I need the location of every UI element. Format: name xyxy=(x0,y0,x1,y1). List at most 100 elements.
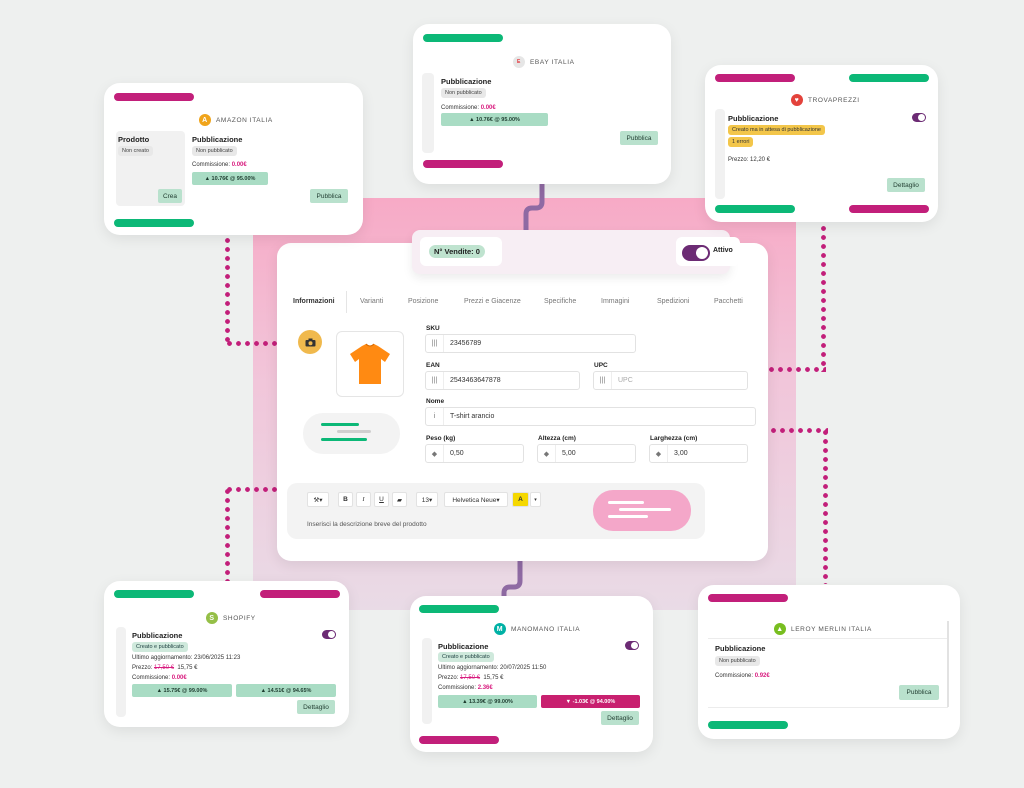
ean-field[interactable]: ||| 2543463647878 xyxy=(425,371,580,390)
magic-wand-icon: ⚒▾ xyxy=(313,496,323,504)
price-text: Prezzo: 17,50 € 15,75 € xyxy=(132,665,198,671)
status-badge: Non pubblicato xyxy=(715,656,760,666)
product-image[interactable] xyxy=(336,331,404,397)
publication-title: Pubblicazione xyxy=(728,114,779,123)
camera-button[interactable] xyxy=(298,330,322,354)
product-title: Prodotto xyxy=(118,135,150,144)
upc-field[interactable]: ||| UPC xyxy=(593,371,748,390)
last-update-text: Ultimo aggiornamento: 23/06/2025 11:23 xyxy=(132,655,241,661)
tab-specifiche[interactable]: Specifiche xyxy=(544,298,576,305)
publish-button[interactable]: Pubblica xyxy=(310,189,348,203)
amazon-card: a AMAZON ITALIA Prodotto Non creato Crea… xyxy=(104,83,363,235)
tab-pacchetti[interactable]: Pacchetti xyxy=(714,298,743,305)
camera-icon xyxy=(305,338,315,346)
height-value: 5,00 xyxy=(562,450,576,457)
status-pill xyxy=(423,34,503,42)
barcode-icon: ||| xyxy=(426,372,444,389)
detail-button[interactable]: Dettaglio xyxy=(297,700,335,714)
marketplace-name: TROVAPREZZI xyxy=(808,96,860,104)
placeholder-widget xyxy=(593,490,691,531)
status-pill xyxy=(423,160,503,168)
status-pill xyxy=(849,74,929,82)
status-badge: Creato ma in attesa di pubblicazione xyxy=(728,125,825,135)
price-text: Prezzo: 12,20 € xyxy=(728,157,771,163)
publication-title: Pubblicazione xyxy=(438,642,489,651)
margin-bar: ▲ 10.76€ @ 95.00% xyxy=(192,172,268,185)
sales-box: N° Vendite: 0 xyxy=(420,237,502,266)
manomano-card: m MANOMANO ITALIA Pubblicazione Creato e… xyxy=(410,596,653,752)
dotted-connector xyxy=(758,367,826,372)
status-pill xyxy=(114,590,194,598)
status-pill xyxy=(715,74,795,82)
card-divider xyxy=(708,638,948,639)
status-pill xyxy=(715,205,795,213)
sales-count: N° Vendite: 0 xyxy=(429,245,485,258)
tab-prezzi-giacenze[interactable]: Prezzi e Giacenze xyxy=(464,298,521,305)
description-placeholder[interactable]: Inserisci la descrizione breve del prodo… xyxy=(307,521,427,528)
ebay-logo-icon: e xyxy=(513,56,525,68)
commission-text: Commissione: 0.00€ xyxy=(441,105,496,111)
weight-field[interactable]: ◆ 0,50 xyxy=(425,444,524,463)
publish-button[interactable]: Pubblica xyxy=(899,685,939,700)
marketplace-header: a AMAZON ITALIA xyxy=(199,114,273,126)
active-toggle[interactable] xyxy=(682,245,710,261)
publish-toggle[interactable] xyxy=(625,641,639,650)
publish-toggle[interactable] xyxy=(912,113,926,122)
cube-icon: ◆ xyxy=(538,445,556,462)
font-size-select[interactable]: 13▾ xyxy=(416,492,438,507)
sku-label: SKU xyxy=(426,325,440,332)
info-icon: i xyxy=(426,408,444,425)
cube-icon: ◆ xyxy=(650,445,668,462)
tab-immagini[interactable]: Immagini xyxy=(601,298,629,305)
tab-posizione[interactable]: Posizione xyxy=(408,298,438,305)
publish-button[interactable]: Pubblica xyxy=(620,131,658,145)
marketplace-header: ♥ TROVAPREZZI xyxy=(791,94,860,106)
dotted-connector xyxy=(760,428,828,433)
publish-toggle[interactable] xyxy=(322,630,336,639)
detail-button[interactable]: Dettaglio xyxy=(887,178,925,192)
marketplace-name: SHOPIFY xyxy=(223,614,256,622)
text-color-button[interactable]: A xyxy=(512,492,529,507)
commission-text: Commissione: 0.92€ xyxy=(715,673,770,679)
eraser-button[interactable]: ▰ xyxy=(392,492,407,507)
status-pill xyxy=(708,721,788,729)
name-label: Nome xyxy=(426,398,445,405)
status-pill xyxy=(114,93,194,101)
upc-placeholder: UPC xyxy=(618,377,633,384)
tab-spedizioni[interactable]: Spedizioni xyxy=(657,298,689,305)
width-field[interactable]: ◆ 3,00 xyxy=(649,444,748,463)
width-value: 3,00 xyxy=(674,450,688,457)
text-color-dropdown[interactable]: ▾ xyxy=(530,492,541,507)
sku-field[interactable]: ||| 23456789 xyxy=(425,334,636,353)
marketplace-name: LEROY MERLIN ITALIA xyxy=(791,625,872,633)
upc-label: UPC xyxy=(594,362,608,369)
cube-icon: ◆ xyxy=(426,445,444,462)
sidebar-strip xyxy=(715,109,725,199)
ean-value: 2543463647878 xyxy=(450,377,501,384)
status-bar: N° Vendite: 0 Attivo xyxy=(412,230,740,274)
underline-button[interactable]: U xyxy=(374,492,389,507)
status-badge: Non pubblicato xyxy=(192,146,237,156)
name-field[interactable]: i T-shirt arancio xyxy=(425,407,756,426)
status-pill xyxy=(849,205,929,213)
leroy-merlin-logo-icon: ▲ xyxy=(774,623,786,635)
barcode-icon: ||| xyxy=(426,335,444,352)
publication-title: Pubblicazione xyxy=(715,644,766,653)
bold-button[interactable]: B xyxy=(338,492,353,507)
tab-varianti[interactable]: Varianti xyxy=(360,298,383,305)
font-family-select[interactable]: Helvetica Neue▾ xyxy=(444,492,508,507)
tshirt-icon xyxy=(350,343,390,384)
create-button[interactable]: Crea xyxy=(158,189,182,203)
margin-bar: ▲ 13.39€ @ 99.00% xyxy=(438,695,537,708)
detail-button[interactable]: Dettaglio xyxy=(601,711,639,725)
card-divider xyxy=(708,707,948,708)
manomano-logo-icon: m xyxy=(494,623,506,635)
status-pill xyxy=(260,590,340,598)
leroy-merlin-card: ▲ LEROY MERLIN ITALIA Pubblicazione Non … xyxy=(698,585,960,739)
ebay-card: e EBAY ITALIA Pubblicazione Non pubblica… xyxy=(413,24,671,184)
tab-divider xyxy=(346,291,347,313)
italic-button[interactable]: I xyxy=(356,492,371,507)
magic-wand-button[interactable]: ⚒▾ xyxy=(307,492,329,507)
tab-informazioni[interactable]: Informazioni xyxy=(293,298,335,305)
height-field[interactable]: ◆ 5,00 xyxy=(537,444,636,463)
